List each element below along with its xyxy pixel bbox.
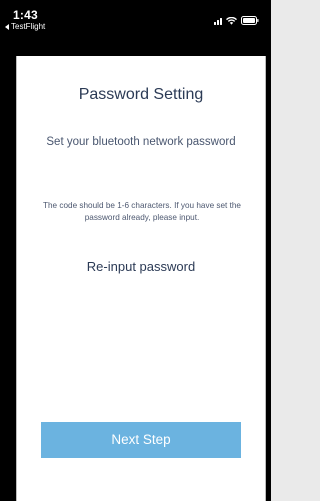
back-caret-icon: [5, 23, 9, 30]
back-app-label: TestFlight: [11, 22, 46, 31]
back-to-app-link[interactable]: TestFlight: [5, 22, 45, 31]
reinput-password-field[interactable]: Re-input password: [17, 259, 265, 274]
page-subtitle: Set your bluetooth network password: [46, 136, 236, 148]
next-step-button[interactable]: Next Step: [41, 422, 241, 458]
phone-frame: 1:43 TestFlight Password Setting Set you…: [0, 0, 271, 501]
status-indicators: [214, 16, 259, 25]
cellular-signal-icon: [214, 17, 222, 25]
status-bar: 1:43 TestFlight: [0, 0, 271, 56]
password-rules-note: The code should be 1-6 characters. If yo…: [43, 201, 241, 222]
battery-icon: [241, 16, 259, 25]
password-setting-screen: Password Setting Set your bluetooth netw…: [16, 56, 266, 501]
status-time: 1:43: [13, 8, 38, 22]
wifi-icon: [226, 16, 237, 25]
page-title: Password Setting: [78, 86, 204, 103]
